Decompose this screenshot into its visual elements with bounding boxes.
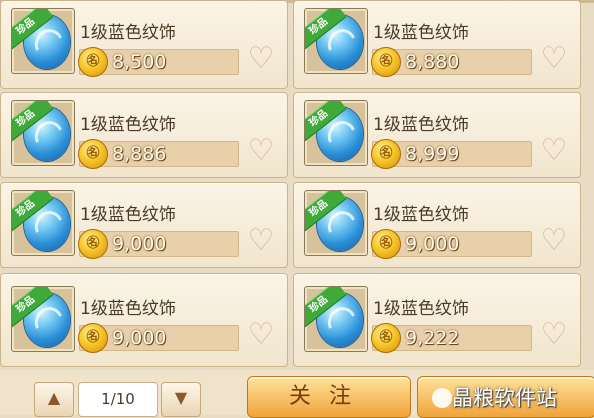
item-thumbnail: 珍品: [11, 286, 75, 352]
price-box: ㊔ 8,999: [371, 139, 532, 169]
coin-icon: ㊔: [78, 229, 108, 259]
chevron-down-icon: ▼: [174, 388, 188, 407]
page-indicator[interactable]: 1/10: [78, 382, 158, 417]
coin-icon: ㊔: [78, 323, 108, 353]
heart-icon[interactable]: ♡: [537, 43, 571, 75]
coin-icon: ㊔: [371, 139, 401, 169]
price-box: ㊔ 8,880: [371, 47, 532, 77]
item-price: 8,500: [112, 51, 167, 73]
item-name: 1级蓝色纹饰: [80, 299, 176, 319]
watermark-text: 晶粮软件站: [452, 386, 557, 410]
heart-icon[interactable]: ♡: [537, 319, 571, 351]
item-price: 8,999: [405, 143, 460, 165]
item-card[interactable]: 珍品 1级蓝色纹饰 ㊔ 9,000 ♡: [0, 273, 288, 367]
item-card[interactable]: 珍品 1级蓝色纹饰 ㊔ 9,000 ♡: [293, 182, 581, 268]
item-price: 9,000: [112, 233, 167, 255]
item-thumbnail: 珍品: [11, 190, 75, 256]
coin-icon: ㊔: [78, 139, 108, 169]
item-name: 1级蓝色纹饰: [80, 23, 176, 43]
item-thumbnail: 珍品: [11, 8, 75, 74]
item-price: 8,886: [112, 143, 167, 165]
item-thumbnail: 珍品: [304, 190, 368, 256]
follow-button[interactable]: 关注: [247, 376, 411, 418]
coin-icon: ㊔: [371, 47, 401, 77]
item-name: 1级蓝色纹饰: [373, 299, 469, 319]
heart-icon[interactable]: ♡: [244, 319, 278, 351]
price-box: ㊔ 8,500: [78, 47, 239, 77]
item-name: 1级蓝色纹饰: [373, 23, 469, 43]
heart-icon[interactable]: ♡: [244, 43, 278, 75]
heart-icon[interactable]: ♡: [244, 135, 278, 167]
item-card[interactable]: 珍品 1级蓝色纹饰 ㊔ 8,999 ♡: [293, 92, 581, 178]
price-box: ㊔ 9,222: [371, 323, 532, 353]
item-card[interactable]: 珍品 1级蓝色纹饰 ㊔ 8,886 ♡: [0, 92, 288, 178]
item-price: 9,000: [112, 327, 167, 349]
item-price: 8,880: [405, 51, 460, 73]
heart-icon[interactable]: ♡: [537, 225, 571, 257]
item-name: 1级蓝色纹饰: [80, 205, 176, 225]
item-thumbnail: 珍品: [304, 286, 368, 352]
coin-icon: ㊔: [371, 229, 401, 259]
item-name: 1级蓝色纹饰: [373, 115, 469, 135]
item-thumbnail: 珍品: [304, 8, 368, 74]
heart-icon[interactable]: ♡: [537, 135, 571, 167]
next-page-button[interactable]: ▼: [161, 382, 201, 417]
coin-icon: ㊔: [371, 323, 401, 353]
price-box: ㊔ 9,000: [78, 229, 239, 259]
price-box: ㊔ 9,000: [78, 323, 239, 353]
heart-icon[interactable]: ♡: [244, 225, 278, 257]
item-card[interactable]: 珍品 1级蓝色纹饰 ㊔ 8,500 ♡: [0, 0, 288, 89]
item-price: 9,222: [405, 327, 460, 349]
item-name: 1级蓝色纹饰: [373, 205, 469, 225]
price-box: ㊔ 8,886: [78, 139, 239, 169]
item-thumbnail: 珍品: [11, 100, 75, 166]
watermark-logo-icon: [432, 388, 452, 408]
item-card[interactable]: 珍品 1级蓝色纹饰 ㊔ 9,000 ♡: [0, 182, 288, 268]
item-card[interactable]: 珍品 1级蓝色纹饰 ㊔ 8,880 ♡: [293, 0, 581, 89]
item-card[interactable]: 珍品 1级蓝色纹饰 ㊔ 9,222 ♡: [293, 273, 581, 367]
price-box: ㊔ 9,000: [371, 229, 532, 259]
item-grid: 珍品 1级蓝色纹饰 ㊔ 8,500 ♡ 珍品 1级蓝色纹饰 ㊔ 8,880 ♡ …: [0, 0, 594, 370]
item-price: 9,000: [405, 233, 460, 255]
prev-page-button[interactable]: ▲: [34, 382, 74, 417]
item-name: 1级蓝色纹饰: [80, 115, 176, 135]
chevron-up-icon: ▲: [47, 388, 61, 407]
item-thumbnail: 珍品: [304, 100, 368, 166]
coin-icon: ㊔: [78, 47, 108, 77]
